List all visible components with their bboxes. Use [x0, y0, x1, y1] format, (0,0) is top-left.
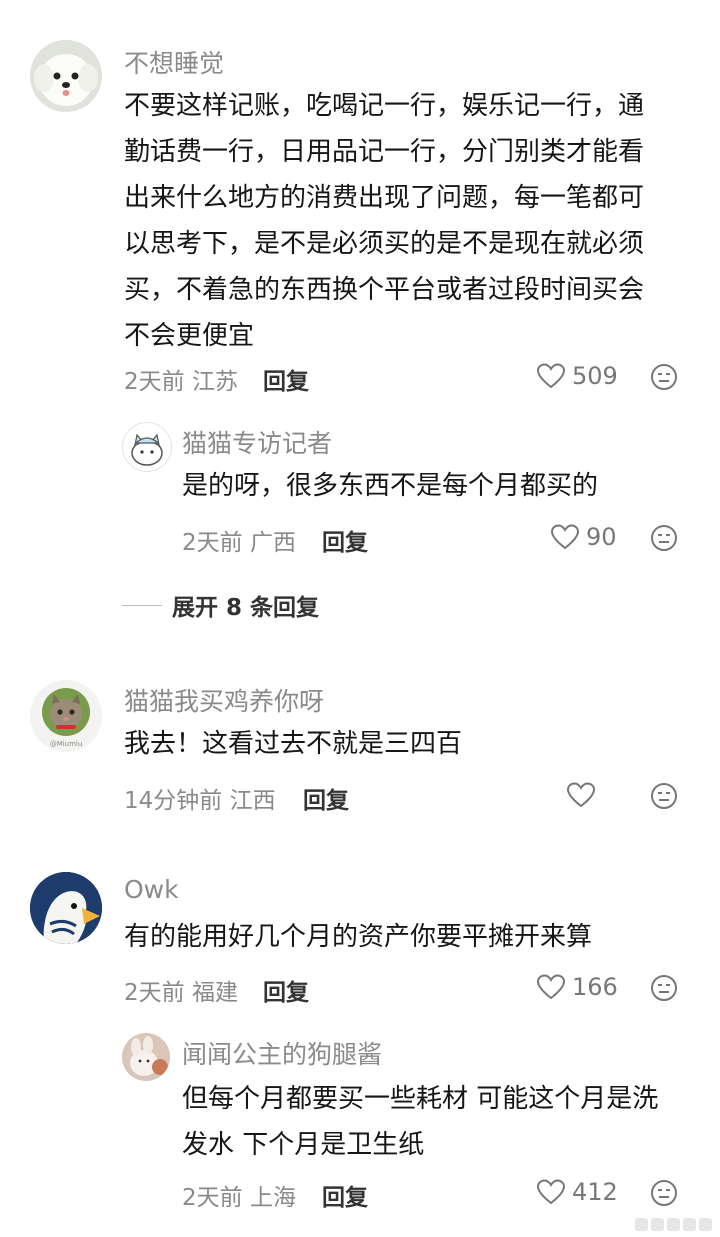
comment-time: 14分钟前	[124, 788, 223, 814]
comment-text-line: 勤话费一行，日用品记一行，分门别类才能看	[124, 137, 645, 167]
comment-meta: 2天前 江苏	[124, 362, 238, 396]
avatar[interactable]: @Miumiu	[30, 680, 102, 752]
comment-time: 2天前	[124, 980, 185, 1006]
neutral-face-icon	[651, 1180, 677, 1206]
expand-replies-button[interactable]: 展开 8 条回复	[122, 588, 319, 622]
comment-location: 江苏	[191, 369, 238, 395]
like-button[interactable]: 90	[550, 523, 617, 551]
reply-location: 广西	[249, 530, 296, 556]
watermark	[635, 1218, 712, 1231]
reply-text: 但每个月都要买一些耗材 可能这个月是洗 发水 下个月是卫生纸	[182, 1076, 702, 1168]
reply-button[interactable]: 回复	[263, 973, 309, 1007]
watermark-block	[667, 1218, 680, 1231]
like-count: 90	[586, 523, 617, 551]
goose-avatar-icon	[30, 872, 102, 944]
avatar[interactable]	[30, 872, 102, 944]
heart-outline-icon	[536, 974, 566, 1000]
reply-meta: 2天前 上海	[182, 1178, 296, 1212]
comment-time: 2天前	[124, 369, 185, 395]
heart-outline-icon	[550, 524, 580, 550]
like-button[interactable]	[566, 781, 602, 809]
comment-username[interactable]: 不想睡觉	[124, 44, 224, 80]
reply-button[interactable]: 回复	[322, 1178, 368, 1212]
comment-meta: 14分钟前 江西	[124, 781, 276, 815]
neutral-face-icon	[651, 364, 677, 390]
like-button[interactable]: 509	[536, 362, 618, 390]
like-button[interactable]: 412	[536, 1178, 618, 1206]
comment-text: 有的能用好几个月的资产你要平摊开来算	[124, 922, 593, 952]
cartoon-cat-avatar-icon	[131, 433, 163, 466]
reply-text-line: 发水 下个月是卫生纸	[182, 1130, 425, 1160]
watermark-block	[699, 1218, 712, 1231]
watermark-block	[651, 1218, 664, 1231]
comment-text-line: 以思考下，是不是必须买的是不是现在就必须	[124, 229, 645, 259]
comment-location: 福建	[191, 980, 238, 1006]
reply-location: 上海	[249, 1185, 296, 1211]
reply-time: 2天前	[182, 1185, 243, 1211]
like-button[interactable]: 166	[536, 973, 618, 1001]
like-count: 166	[572, 973, 618, 1001]
neutral-face-icon	[651, 783, 677, 809]
comment-text-line: 不要这样记账，吃喝记一行，娱乐记一行，通	[124, 91, 645, 121]
comment-username[interactable]: 猫猫我买鸡养你呀	[124, 682, 324, 718]
emoji-reaction-button[interactable]	[650, 974, 678, 1006]
plush-toy-avatar-icon	[122, 1033, 170, 1081]
reply-button[interactable]: 回复	[322, 523, 368, 557]
heart-outline-icon	[536, 1179, 566, 1205]
comment-username[interactable]: Owk	[124, 875, 179, 904]
neutral-face-icon	[651, 975, 677, 1001]
comment-location: 江西	[229, 788, 276, 814]
comment-text-line: 买，不着急的东西换个平台或者过段时间买会	[124, 275, 645, 305]
like-count: 509	[572, 362, 618, 390]
reply-username[interactable]: 闻闻公主的狗腿酱	[182, 1035, 382, 1071]
reply-text-line: 但每个月都要买一些耗材 可能这个月是洗	[182, 1084, 659, 1114]
reply-button[interactable]: 回复	[303, 781, 349, 815]
comment-text-line: 不会更便宜	[124, 321, 255, 351]
emoji-reaction-button[interactable]	[650, 1179, 678, 1211]
reply-username[interactable]: 猫猫专访记者	[182, 424, 332, 460]
emoji-reaction-button[interactable]	[650, 363, 678, 395]
avatar-caption: @Miumiu	[50, 740, 83, 748]
heart-outline-icon	[536, 363, 566, 389]
avatar[interactable]	[122, 1033, 170, 1081]
reply-time: 2天前	[182, 530, 243, 556]
reply-button[interactable]: 回复	[263, 362, 309, 396]
neutral-face-icon	[651, 525, 677, 551]
comment-text: 不要这样记账，吃喝记一行，娱乐记一行，通 勤话费一行，日用品记一行，分门别类才能…	[124, 83, 694, 359]
heart-outline-icon	[566, 782, 596, 808]
expand-divider	[122, 604, 162, 606]
avatar[interactable]	[122, 422, 172, 472]
like-count: 412	[572, 1178, 618, 1206]
emoji-reaction-button[interactable]	[650, 524, 678, 556]
watermark-block	[683, 1218, 696, 1231]
reply-text: 是的呀，很多东西不是每个月都买的	[182, 471, 599, 501]
emoji-reaction-button[interactable]	[650, 782, 678, 814]
comment-text-line: 出来什么地方的消费出现了问题，每一笔都可	[124, 183, 645, 213]
white-dog-avatar-icon	[30, 40, 102, 112]
watermark-block	[635, 1218, 648, 1231]
reply-meta: 2天前 广西	[182, 523, 296, 557]
tabby-cat-avatar-icon: @Miumiu	[30, 680, 102, 752]
comment-meta: 2天前 福建	[124, 973, 238, 1007]
avatar[interactable]	[30, 40, 102, 112]
comment-text: 我去！这看过去不就是三四百	[124, 729, 463, 759]
expand-replies-label: 展开 8 条回复	[172, 595, 320, 621]
